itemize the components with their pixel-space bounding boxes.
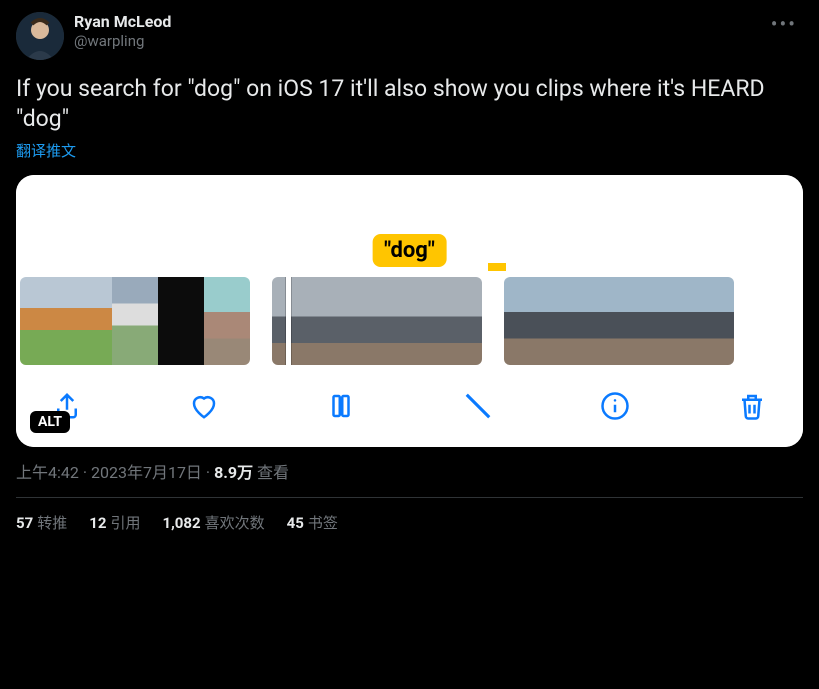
tweet-time[interactable]: 上午4:42 (16, 463, 79, 482)
tweet-container: Ryan McLeod @warpling ••• If you search … (0, 0, 819, 547)
tweet-stats: 57转推 12引用 1,082喜欢次数 45书签 (16, 498, 803, 547)
translate-link[interactable]: 翻译推文 (16, 140, 76, 161)
search-chip: "dog" (372, 234, 447, 267)
tweet-header: Ryan McLeod @warpling ••• (16, 12, 803, 60)
tweet-meta: 上午4:42 · 2023年7月17日 · 8.9万 查看 (16, 459, 803, 498)
info-icon[interactable] (598, 389, 632, 423)
clip-cluster-3[interactable] (504, 277, 734, 365)
mute-icon[interactable] (461, 389, 495, 423)
media-top: "dog" (16, 175, 803, 271)
pause-icon[interactable] (324, 389, 358, 423)
stat-likes[interactable]: 1,082喜欢次数 (162, 512, 264, 533)
views-count: 8.9万 (214, 463, 253, 482)
video-timeline[interactable] (16, 271, 803, 369)
media-card[interactable]: "dog" (16, 175, 803, 447)
stat-bookmarks[interactable]: 45书签 (287, 512, 338, 533)
tweet-date[interactable]: 2023年7月17日 (91, 463, 202, 482)
more-icon[interactable]: ••• (765, 12, 803, 36)
tweet-text: If you search for "dog" on iOS 17 it'll … (16, 74, 803, 134)
trash-icon[interactable] (735, 389, 769, 423)
heart-icon[interactable] (187, 389, 221, 423)
media-toolbar (16, 369, 803, 447)
avatar[interactable] (16, 12, 64, 60)
clip-cluster-2[interactable] (272, 277, 482, 365)
display-name: Ryan McLeod (74, 12, 755, 32)
clip-cluster-1[interactable] (20, 277, 250, 365)
views-label: 查看 (253, 463, 289, 482)
stat-retweets[interactable]: 57转推 (16, 512, 67, 533)
author-names[interactable]: Ryan McLeod @warpling (74, 12, 755, 51)
stat-quotes[interactable]: 12引用 (89, 512, 140, 533)
handle: @warpling (74, 32, 755, 51)
alt-badge[interactable]: ALT (30, 411, 70, 433)
playhead[interactable] (286, 277, 291, 365)
chip-marker (488, 263, 506, 271)
